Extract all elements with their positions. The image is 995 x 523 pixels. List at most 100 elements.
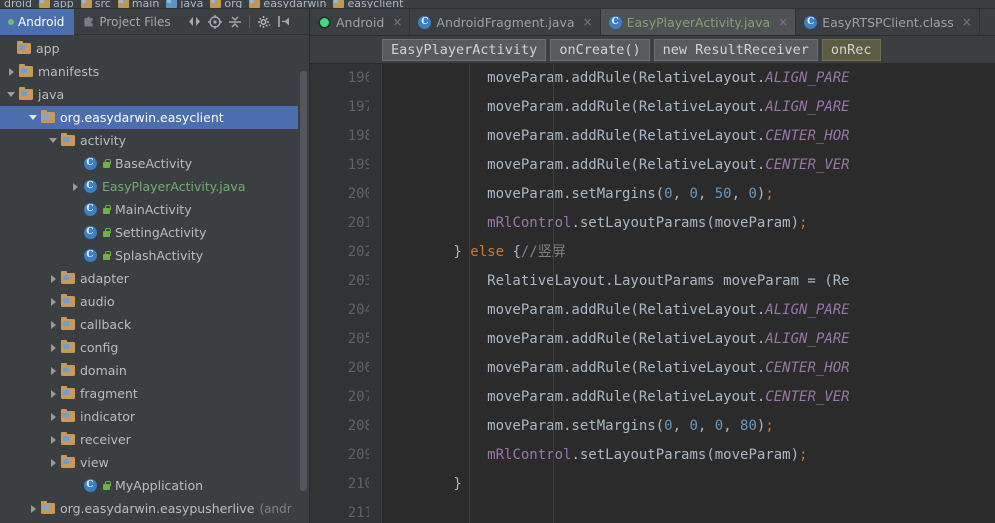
code-line[interactable]: moveParam.addRule(RelativeLayout.CENTER_…	[386, 354, 995, 383]
code-line[interactable]: moveParam.addRule(RelativeLayout.ALIGN_P…	[386, 93, 995, 122]
breadcrumb-method[interactable]: onCreate()	[550, 38, 650, 61]
top-breadcrumb-item[interactable]: app	[37, 0, 79, 8]
editor-tab-label: Android	[336, 14, 385, 30]
code-line[interactable]	[386, 499, 995, 523]
editor-tab-easyplayeractivity-java[interactable]: C EasyPlayerActivity.java ×	[600, 9, 797, 35]
hide-panel-icon[interactable]	[275, 13, 293, 31]
tree-item-activity[interactable]: activity	[0, 129, 309, 152]
tree-item-domain[interactable]: domain	[0, 359, 309, 382]
tree-item-receiver[interactable]: receiver	[0, 428, 309, 451]
chevron-down-icon[interactable]	[4, 92, 18, 97]
chevron-right-icon[interactable]	[68, 182, 82, 191]
triangle	[50, 458, 56, 467]
close-icon[interactable]: ×	[583, 15, 593, 29]
code-line[interactable]: RelativeLayout.LayoutParams moveParam = …	[386, 267, 995, 296]
close-icon[interactable]: ×	[392, 15, 402, 29]
code-line[interactable]: }	[386, 470, 995, 499]
breadcrumb-class[interactable]: EasyPlayerActivity	[382, 38, 547, 61]
code-line[interactable]: moveParam.addRule(RelativeLayout.CENTER_…	[386, 383, 995, 412]
project-tree-scroll[interactable]: app manifests java org.easydarwin.easyclien…	[0, 35, 309, 523]
line-number-gutter[interactable]: 196 197 198 199 200 201 202 203 204 205 206 207 208 2…	[310, 64, 382, 523]
tree-item-fragment[interactable]: fragment	[0, 382, 309, 405]
locate-target-icon[interactable]	[206, 13, 224, 31]
close-icon[interactable]: ×	[778, 15, 788, 29]
editor-tab-easyrtspclient-class[interactable]: C EasyRTSPClient.class ×	[796, 9, 980, 35]
top-breadcrumb-bar: droid app src main java org easydarwin e…	[0, 0, 995, 9]
tree-item-settingactivity[interactable]: C SettingActivity	[0, 221, 309, 244]
tree-item-manifests[interactable]: manifests	[0, 60, 309, 83]
tree-item-adapter[interactable]: adapter	[0, 267, 309, 290]
project-view-selector-android[interactable]: Android	[0, 8, 75, 35]
tree-item-view[interactable]: view	[0, 451, 309, 474]
project-scrollbar[interactable]	[298, 35, 309, 523]
code-line[interactable]: moveParam.addRule(RelativeLayout.CENTER_…	[386, 151, 995, 180]
chevron-right-icon[interactable]	[46, 343, 60, 352]
scrollbar-thumb[interactable]	[300, 71, 307, 491]
code-line[interactable]: moveParam.setMargins(0, 0, 0, 80);	[386, 412, 995, 441]
breadcrumb-current-method[interactable]: onRec	[821, 38, 881, 61]
tree-item-myapplication[interactable]: C MyApplication	[0, 474, 309, 497]
triangle	[50, 366, 56, 375]
tree-item-org-easydarwin-easypusherlive[interactable]: org.easydarwin.easypusherlive (andr	[0, 497, 309, 520]
settings-gear-icon[interactable]	[255, 13, 273, 31]
tree-item-config[interactable]: config	[0, 336, 309, 359]
folder-glyph	[61, 339, 75, 353]
editor-tab-android[interactable]: Android ×	[310, 9, 411, 35]
code-text[interactable]: moveParam.addRule(RelativeLayout.ALIGN_P…	[382, 64, 995, 523]
code-fold-column[interactable]	[369, 64, 382, 523]
top-breadcrumb-item[interactable]: droid	[2, 0, 37, 8]
chevron-right-icon[interactable]	[46, 458, 60, 467]
close-icon[interactable]: ×	[962, 15, 972, 29]
top-breadcrumb-item[interactable]: easydarwin	[247, 0, 331, 8]
tree-item-label: SplashActivity	[115, 248, 204, 263]
expand-collapse-icon[interactable]	[186, 13, 204, 31]
chevron-right-icon[interactable]	[46, 320, 60, 329]
folder-glyph	[61, 408, 75, 422]
triangle	[50, 435, 56, 444]
java-class-icon: C	[608, 15, 622, 29]
code-line[interactable]: } else {//竖屏	[386, 238, 995, 267]
top-breadcrumb-item[interactable]: src	[79, 0, 116, 8]
tree-item-label: domain	[80, 363, 127, 378]
editor-tab-androidfragment-java[interactable]: C AndroidFragment.java ×	[410, 9, 601, 35]
folder-icon	[60, 293, 76, 310]
code-line[interactable]: moveParam.setMargins(0, 0, 50, 0);	[386, 180, 995, 209]
breadcrumb-anonymous-class[interactable]: new ResultReceiver	[653, 38, 818, 61]
top-breadcrumb-item[interactable]: java	[164, 0, 208, 8]
tree-item-mainactivity[interactable]: C MainActivity	[0, 198, 309, 221]
chevron-right-icon[interactable]	[46, 389, 60, 398]
chevron-right-icon[interactable]	[46, 274, 60, 283]
chevron-right-icon[interactable]	[46, 435, 60, 444]
chevron-right-icon[interactable]	[46, 366, 60, 375]
tree-item-java[interactable]: java	[0, 83, 309, 106]
tree-item-easyplayeractivity-java[interactable]: C EasyPlayerActivity.java	[0, 175, 309, 198]
chevron-right-icon[interactable]	[46, 412, 60, 421]
top-breadcrumb-item[interactable]: main	[116, 0, 164, 8]
chevron-right-icon[interactable]	[26, 504, 40, 513]
collapse-all-icon[interactable]	[226, 13, 244, 31]
tree-item-callback[interactable]: callback	[0, 313, 309, 336]
code-line[interactable]: moveParam.addRule(RelativeLayout.ALIGN_P…	[386, 325, 995, 354]
top-breadcrumb-item[interactable]: easyclient	[331, 0, 408, 8]
folder-glyph	[61, 362, 75, 376]
code-line[interactable]: moveParam.addRule(RelativeLayout.ALIGN_P…	[386, 296, 995, 325]
project-files-button[interactable]: Project Files	[74, 9, 179, 35]
folder-icon	[249, 0, 261, 8]
tree-item-baseactivity[interactable]: C BaseActivity	[0, 152, 309, 175]
code-line[interactable]: moveParam.addRule(RelativeLayout.ALIGN_P…	[386, 64, 995, 93]
tree-item-indicator[interactable]: indicator	[0, 405, 309, 428]
chevron-down-icon[interactable]	[26, 115, 40, 120]
code-line[interactable]: moveParam.addRule(RelativeLayout.CENTER_…	[386, 122, 995, 151]
lock-icon	[102, 227, 111, 238]
chevron-right-icon[interactable]	[4, 67, 18, 76]
tree-item-org-easydarwin-easyclient[interactable]: org.easydarwin.easyclient	[0, 106, 309, 129]
code-editor[interactable]: 196 197 198 199 200 201 202 203 204 205 206 207 208 2…	[310, 64, 995, 523]
top-breadcrumb-item[interactable]: org	[208, 0, 247, 8]
chevron-down-icon[interactable]	[46, 138, 60, 143]
code-line[interactable]: mRlControl.setLayoutParams(moveParam);	[386, 209, 995, 238]
code-line[interactable]: mRlControl.setLayoutParams(moveParam);	[386, 441, 995, 470]
tree-item-audio[interactable]: audio	[0, 290, 309, 313]
chevron-right-icon[interactable]	[46, 297, 60, 306]
tree-item-app[interactable]: app	[0, 37, 309, 60]
tree-item-splashactivity[interactable]: C SplashActivity	[0, 244, 309, 267]
